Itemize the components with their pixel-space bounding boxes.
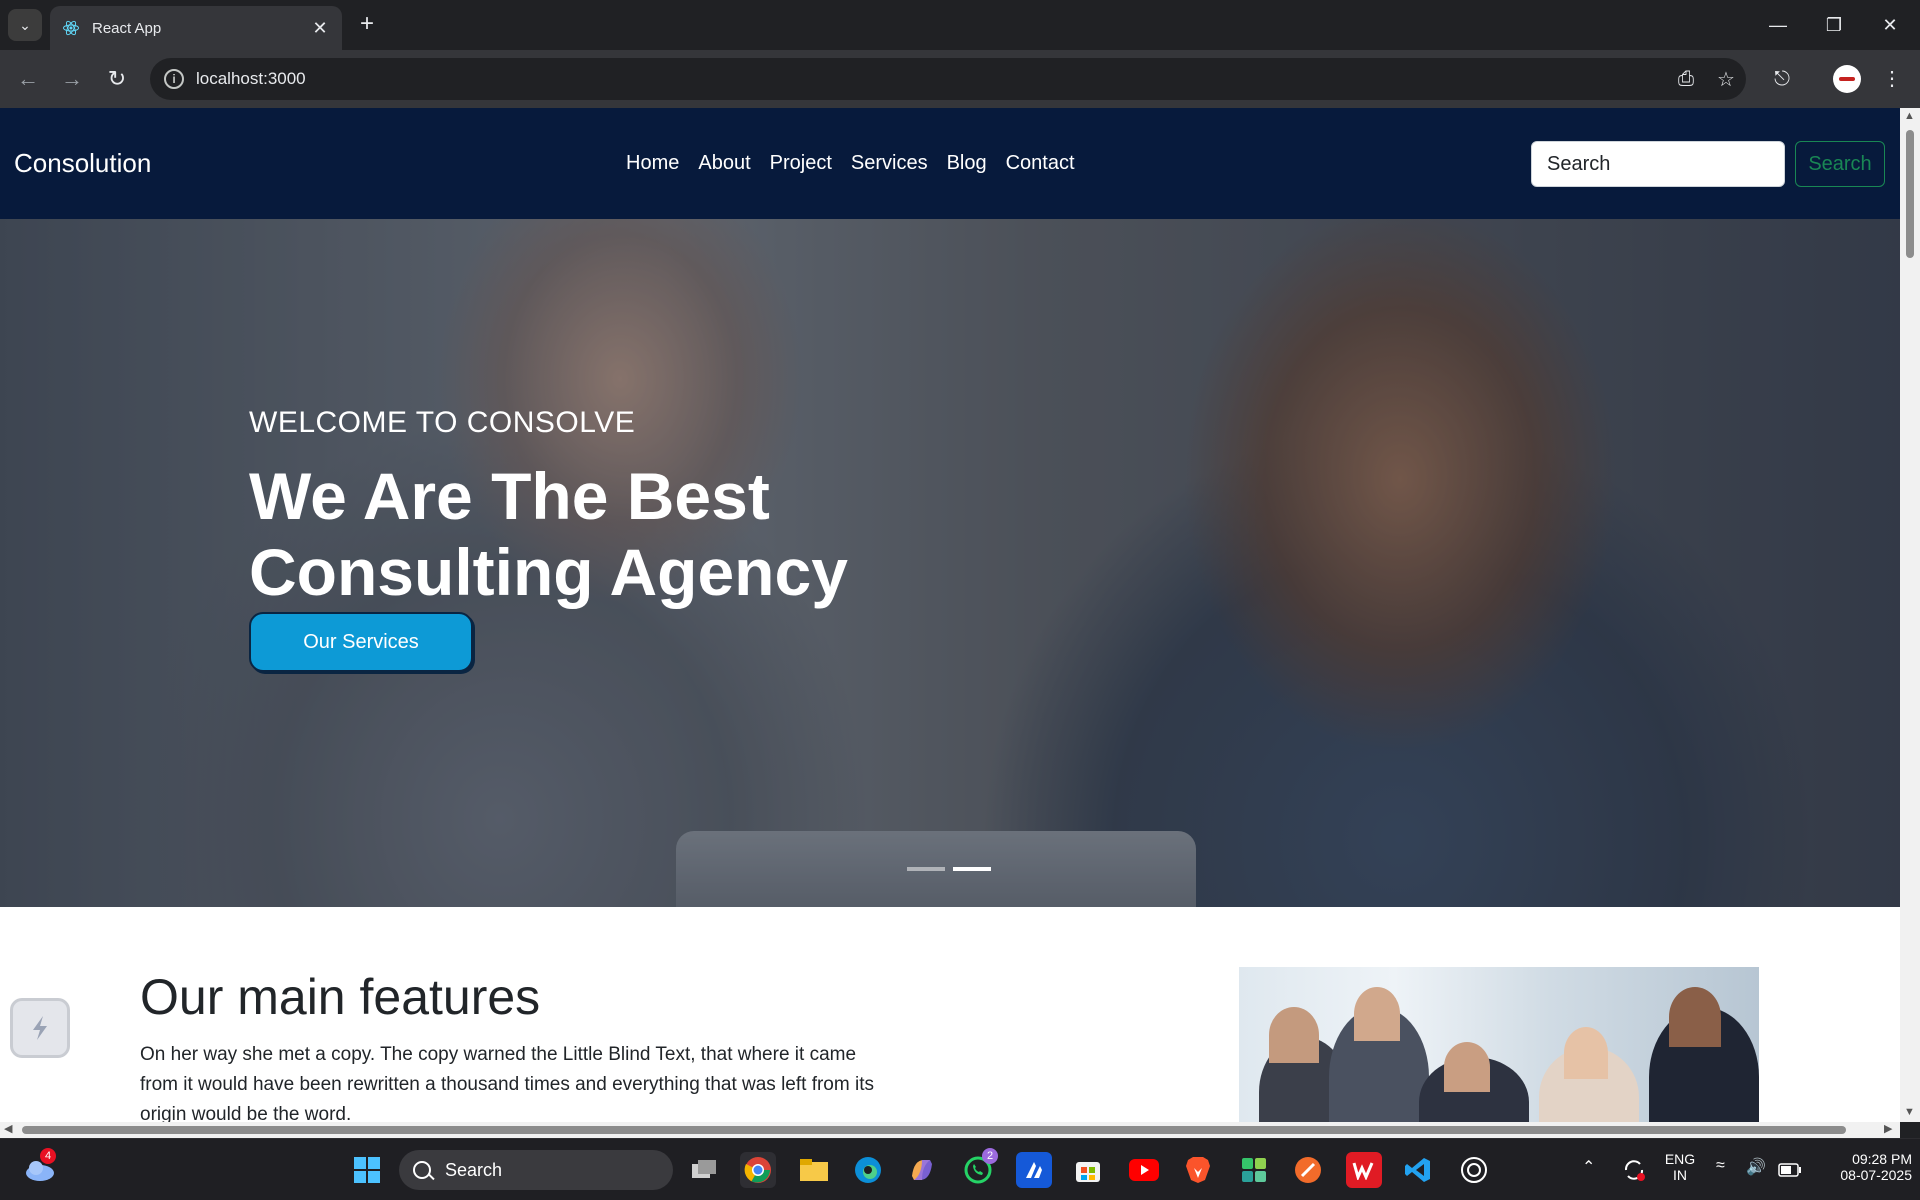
hero-subtitle: WELCOME TO CONSOLVE <box>249 406 636 439</box>
clock-date: 08-07-2025 <box>1840 1167 1912 1183</box>
weather-badge: 4 <box>40 1148 56 1164</box>
youtube-icon[interactable] <box>1126 1152 1162 1188</box>
show-hidden-icons[interactable]: ⌃ <box>1582 1157 1595 1177</box>
whatsapp-icon[interactable]: 2 <box>960 1148 998 1188</box>
carousel-indicator-1[interactable] <box>907 867 945 871</box>
vertical-scroll-thumb[interactable] <box>1906 130 1914 258</box>
our-services-button[interactable]: Our Services <box>249 612 473 672</box>
photo-face <box>1669 987 1721 1047</box>
chatgpt-icon[interactable] <box>1456 1152 1492 1188</box>
photo-face <box>1354 987 1400 1041</box>
nav-about[interactable]: About <box>698 152 750 175</box>
wifi-icon[interactable]: ≈ <box>1716 1157 1725 1175</box>
close-tab-icon[interactable]: ✕ <box>310 18 330 39</box>
search-button[interactable]: Search <box>1795 141 1885 187</box>
photo-face <box>1269 1007 1319 1063</box>
tab-title: React App <box>92 19 162 37</box>
file-explorer-icon[interactable] <box>796 1152 832 1188</box>
hero-title: We Are The Best Consulting Agency <box>249 459 848 609</box>
extensions-icon[interactable]: ⎋ <box>1764 63 1800 95</box>
photo-face <box>1564 1027 1608 1079</box>
language-code: ENG <box>1664 1151 1696 1167</box>
menu-kebab-icon[interactable]: ⋮ <box>1874 63 1910 95</box>
site-info-icon[interactable]: i <box>164 69 184 89</box>
language-indicator[interactable]: ENG IN <box>1660 1151 1700 1183</box>
clock[interactable]: 09:28 PM 08-07-2025 <box>1812 1151 1912 1183</box>
puzzle-app-icon[interactable] <box>1236 1152 1272 1188</box>
clock-time: 09:28 PM <box>1852 1151 1912 1167</box>
vscode-icon[interactable] <box>1400 1152 1436 1188</box>
edge-icon[interactable] <box>850 1152 886 1188</box>
task-view-icon[interactable] <box>686 1152 722 1188</box>
swift-app-icon[interactable] <box>1290 1152 1326 1188</box>
weather-icon[interactable]: 4 <box>22 1148 58 1188</box>
url-text: localhost:3000 <box>196 69 306 88</box>
carousel-indicator-2[interactable] <box>953 867 991 871</box>
install-app-icon[interactable]: ⎙ <box>1666 68 1706 91</box>
whatsapp-badge: 2 <box>982 1148 998 1164</box>
scroll-down-arrow-icon[interactable]: ▼ <box>1904 1106 1915 1118</box>
region-code: IN <box>1673 1167 1687 1183</box>
vertical-scrollbar[interactable]: ▲ ▼ <box>1900 108 1920 1122</box>
tab-search-button[interactable]: ⌄ <box>8 9 42 41</box>
restore-button[interactable]: ❐ <box>1814 8 1854 42</box>
team-photo <box>1239 967 1759 1122</box>
forward-button[interactable]: → <box>56 63 88 95</box>
profile-avatar[interactable] <box>1833 65 1861 93</box>
features-title: Our main features <box>140 969 541 1025</box>
search-input[interactable]: Search <box>1531 141 1785 187</box>
scroll-up-arrow-icon[interactable]: ▲ <box>1904 110 1915 122</box>
new-tab-button[interactable]: + <box>352 10 382 40</box>
volume-icon[interactable]: 🔊 <box>1746 1157 1766 1177</box>
site-brand[interactable]: Consolution <box>14 148 151 179</box>
bookmark-star-icon[interactable]: ☆ <box>1706 67 1746 92</box>
taskbar-search[interactable]: Search <box>399 1150 673 1190</box>
nav-home[interactable]: Home <box>626 152 679 175</box>
nav-project[interactable]: Project <box>770 152 832 175</box>
copilot-icon[interactable] <box>904 1152 940 1188</box>
nav-contact[interactable]: Contact <box>1006 152 1075 175</box>
chevron-down-icon: ⌄ <box>19 16 31 33</box>
nav-blog[interactable]: Blog <box>947 152 987 175</box>
page-viewport: Consolution Home About Project Services … <box>0 108 1900 1122</box>
browser-tab-strip: ⌄ React App ✕ + — ❐ ✕ <box>0 0 1920 50</box>
windows-taskbar: 4 Search 2 ⌃ ENG IN ≈ 🔊 09:28 PM 08-07-2… <box>0 1138 1920 1200</box>
features-text: On her way she met a copy. The copy warn… <box>140 1044 874 1122</box>
site-navbar: Consolution Home About Project Services … <box>0 108 1900 219</box>
windows-start-icon[interactable] <box>349 1152 385 1188</box>
lightning-icon <box>33 1016 47 1040</box>
browser-toolbar: ← → ↻ i localhost:3000 ⎙ ☆ ⎋ ⋮ <box>0 50 1920 108</box>
horizontal-scroll-thumb[interactable] <box>22 1126 1846 1134</box>
horizontal-scrollbar[interactable]: ◀ ▶ <box>0 1122 1900 1138</box>
app-icon[interactable] <box>1016 1152 1052 1188</box>
close-window-button[interactable]: ✕ <box>1870 8 1910 42</box>
microsoft-store-icon[interactable] <box>1070 1152 1106 1188</box>
brave-icon[interactable] <box>1180 1152 1216 1188</box>
wps-office-icon[interactable] <box>1346 1152 1382 1188</box>
minimize-button[interactable]: — <box>1758 8 1798 42</box>
react-icon <box>63 20 79 36</box>
photo-face <box>1444 1042 1490 1092</box>
back-button[interactable]: ← <box>12 63 44 95</box>
battery-icon[interactable] <box>1772 1152 1808 1188</box>
reload-button[interactable]: ↻ <box>101 63 133 95</box>
nav-services[interactable]: Services <box>851 152 928 175</box>
floating-extension-button[interactable] <box>10 998 70 1058</box>
nav-links: Home About Project Services Blog Contact <box>626 152 1094 175</box>
scroll-right-arrow-icon[interactable]: ▶ <box>1884 1122 1892 1135</box>
chrome-icon[interactable] <box>740 1152 776 1188</box>
taskbar-search-label: Search <box>445 1159 503 1180</box>
search-icon <box>413 1161 431 1179</box>
scroll-left-arrow-icon[interactable]: ◀ <box>4 1122 12 1135</box>
browser-tab[interactable]: React App ✕ <box>50 6 342 50</box>
address-bar[interactable]: i localhost:3000 ⎙ ☆ <box>150 58 1746 100</box>
sync-icon[interactable] <box>1616 1152 1652 1188</box>
